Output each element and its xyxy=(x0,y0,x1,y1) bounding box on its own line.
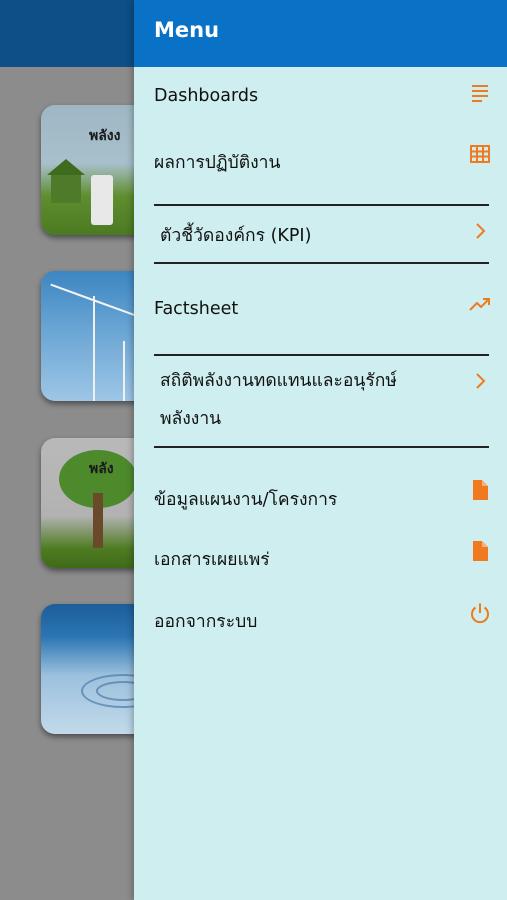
menu-item-publications[interactable]: เอกสารเผยแพร่ xyxy=(134,528,507,588)
menu-item-label: ข้อมูลแผนงาน/โครงการ xyxy=(154,490,338,510)
wind-turbine-icon xyxy=(123,341,125,401)
navigation-drawer: Menu Dashboards ผลการปฏิบัติงาน ตัวชี้วั… xyxy=(134,0,507,900)
tile-label: พลัง xyxy=(89,461,114,477)
list-lines-icon xyxy=(472,85,488,102)
trending-up-icon xyxy=(469,298,490,311)
chevron-right-icon xyxy=(476,223,486,239)
wind-turbine-icon xyxy=(93,296,95,401)
menu-item-factsheet[interactable]: Factsheet xyxy=(134,264,507,354)
menu-item-label: ออกจากระบบ xyxy=(154,612,258,632)
chevron-right-icon xyxy=(476,373,486,389)
house-icon xyxy=(47,159,85,203)
menu-item-dashboards[interactable]: Dashboards xyxy=(134,67,507,129)
menu-title: Menu xyxy=(154,18,220,42)
menu-item-performance[interactable]: ผลการปฏิบัติงาน xyxy=(134,129,507,189)
menu-item-label: Dashboards xyxy=(154,86,259,106)
menu-item-plans-projects[interactable]: ข้อมูลแผนงาน/โครงการ xyxy=(134,466,507,526)
menu-item-label: Factsheet xyxy=(154,299,239,319)
menu-item-logout[interactable]: ออกจากระบบ xyxy=(134,590,507,650)
menu-item-energy-statistics[interactable]: สถิติพลังงานทดแทนและอนุรักษ์พลังงาน xyxy=(134,356,507,446)
tree-trunk xyxy=(93,493,103,548)
turbine-blade xyxy=(50,283,94,301)
menu-item-label: สถิติพลังงานทดแทนและอนุรักษ์พลังงาน xyxy=(160,371,397,429)
grid-table-icon xyxy=(470,145,490,163)
divider xyxy=(154,446,489,448)
bio-pump-icon xyxy=(91,175,113,225)
drawer-header: Menu xyxy=(134,0,507,67)
document-icon xyxy=(473,480,488,500)
menu-item-kpi[interactable]: ตัวชี้วัดองค์กร (KPI) xyxy=(134,206,507,262)
menu-item-label: ตัวชี้วัดองค์กร (KPI) xyxy=(160,226,312,246)
document-icon xyxy=(473,541,488,561)
menu-item-label: ผลการปฏิบัติงาน xyxy=(154,153,281,173)
menu-item-label: เอกสารเผยแพร่ xyxy=(154,550,270,570)
tile-label: พลังง xyxy=(89,128,121,144)
power-icon xyxy=(471,603,489,624)
